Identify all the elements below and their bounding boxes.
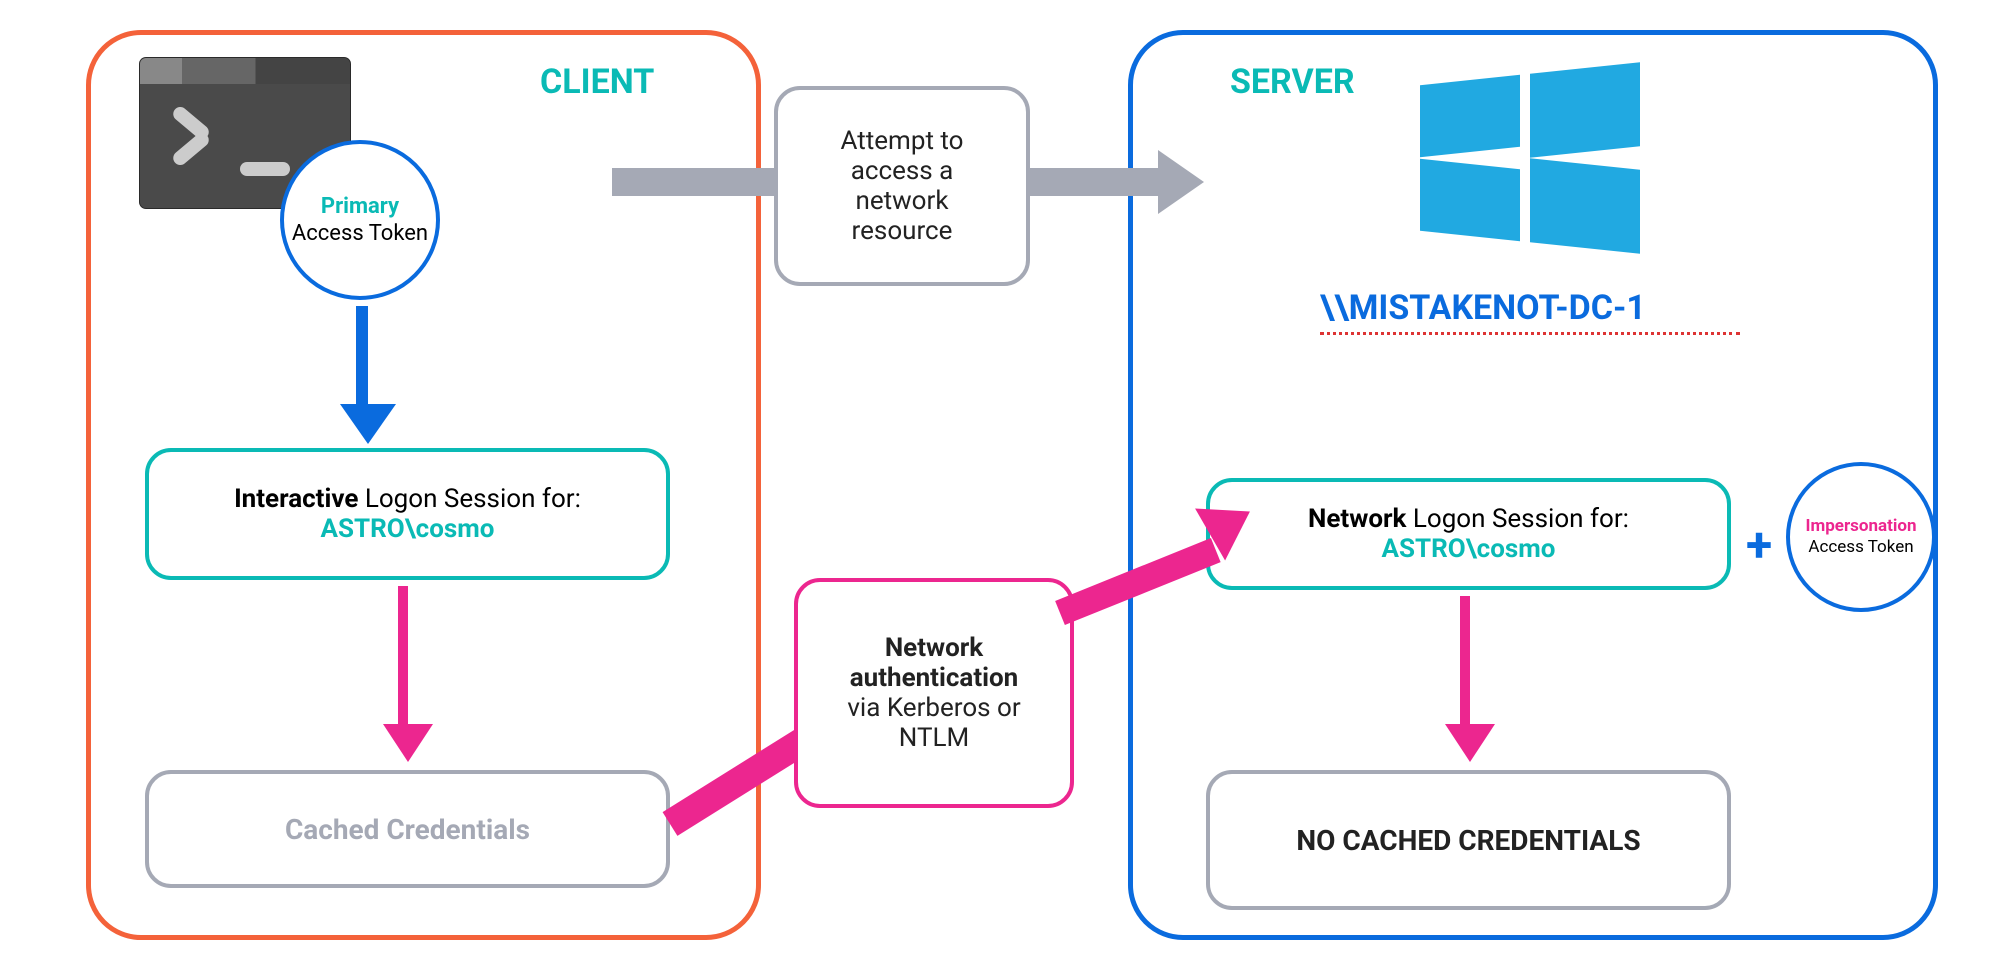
server-session-text: Logon Session for:: [1406, 504, 1629, 534]
client-title: CLIENT: [540, 62, 654, 102]
client-session-user: ASTRO\cosmo: [321, 514, 495, 544]
cached-credentials-box: Cached Credentials: [145, 770, 670, 888]
server-logon-session-box: Network Logon Session for: ASTRO\cosmo: [1206, 478, 1731, 590]
primary-word: Primary: [321, 193, 399, 221]
attempt-access-box: Attempt to access a network resource: [774, 86, 1030, 286]
plus-icon: +: [1746, 516, 1772, 573]
attempt-text: Attempt to access a network resource: [802, 126, 1002, 246]
arrowhead-primary-to-session: [340, 404, 396, 444]
impersonation-rest: Access Token: [1808, 537, 1913, 558]
network-word: Network: [1308, 504, 1406, 534]
no-cached-credentials-box: NO CACHED CREDENTIALS: [1206, 770, 1731, 910]
interactive-word: Interactive: [234, 484, 358, 514]
server-title: SERVER: [1230, 62, 1355, 102]
arrow-server-session-to-nocache: [1460, 596, 1470, 726]
arrowhead-server-session-to-nocache: [1445, 724, 1495, 762]
arrow-attempt-left: [612, 168, 774, 196]
network-auth-box: Network authentication via Kerberos or N…: [794, 578, 1074, 808]
server-hostname-underline: [1320, 332, 1740, 335]
session-text: Logon Session for:: [358, 484, 581, 514]
access-token-label: Access Token: [292, 220, 428, 248]
arrowhead-session-to-cached: [383, 724, 433, 762]
arrow-primary-to-session: [356, 306, 368, 406]
server-session-user: ASTRO\cosmo: [1382, 534, 1556, 564]
client-logon-session-box: Interactive Logon Session for: ASTRO\cos…: [145, 448, 670, 580]
diagram-canvas: CLIENT Primary Access Token Interactive …: [0, 0, 1999, 974]
netauth-bold: Network authentication: [822, 633, 1046, 693]
arrow-session-to-cached: [398, 586, 408, 726]
server-hostname: \\MISTAKENOT-DC-1: [1320, 288, 1646, 328]
impersonation-access-token: Impersonation Access Token: [1786, 462, 1936, 612]
impersonation-word: Impersonation: [1806, 516, 1917, 537]
primary-access-token: Primary Access Token: [280, 140, 440, 300]
arrowhead-attempt: [1158, 150, 1204, 214]
arrow-attempt-right: [1030, 168, 1160, 196]
netauth-rest: via Kerberos or NTLM: [822, 693, 1046, 753]
no-cached-label: NO CACHED CREDENTIALS: [1296, 824, 1640, 857]
windows-logo-icon: [1420, 62, 1640, 242]
cached-credentials-label: Cached Credentials: [285, 813, 530, 846]
